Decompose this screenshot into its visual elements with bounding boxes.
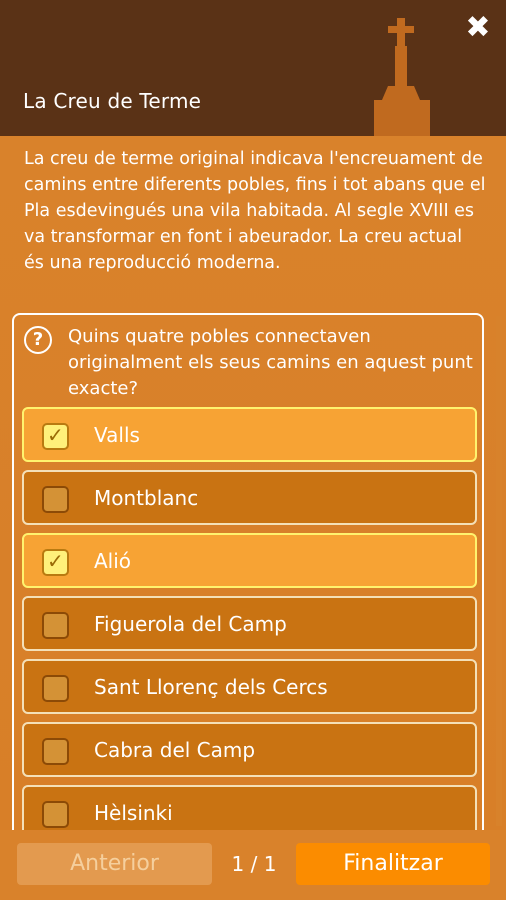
question-text: Quins quatre pobles connectaven original…	[68, 326, 473, 399]
question-mark-icon: ?	[24, 326, 52, 354]
checkbox[interactable]	[42, 801, 69, 828]
scrollbar[interactable]	[496, 316, 502, 826]
option-label: Cabra del Camp	[94, 738, 256, 762]
checkbox[interactable]	[42, 675, 69, 702]
header-bar: La Creu de Terme ✖	[0, 0, 506, 136]
checkbox[interactable]	[42, 738, 69, 765]
option-label: Alió	[94, 549, 132, 573]
option-label: Hèlsinki	[94, 801, 173, 825]
checkbox[interactable]	[42, 486, 69, 513]
option-item[interactable]: ✓ Valls	[22, 407, 477, 462]
option-item[interactable]: Montblanc	[22, 470, 477, 525]
previous-button[interactable]: Anterior	[17, 843, 212, 885]
checkbox-checked[interactable]: ✓	[42, 423, 69, 450]
option-label: Montblanc	[94, 486, 199, 510]
option-item[interactable]: Sant Llorenç dels Cercs	[22, 659, 477, 714]
description-text: La creu de terme original indicava l'enc…	[24, 149, 486, 273]
option-label: Valls	[94, 423, 140, 447]
option-item[interactable]: ✓ Alió	[22, 533, 477, 588]
checkbox-checked[interactable]: ✓	[42, 549, 69, 576]
option-label: Sant Llorenç dels Cercs	[94, 675, 328, 699]
option-item[interactable]: Cabra del Camp	[22, 722, 477, 777]
stone-cross-icon	[374, 18, 430, 136]
close-icon: ✖	[465, 10, 491, 45]
page-indicator: 1 / 1	[231, 852, 277, 876]
checkmark-icon: ✓	[47, 423, 64, 447]
checkmark-icon: ✓	[47, 549, 64, 573]
option-label: Figuerola del Camp	[94, 612, 287, 636]
checkbox[interactable]	[42, 612, 69, 639]
option-item[interactable]: Figuerola del Camp	[22, 596, 477, 651]
page-title: La Creu de Terme	[23, 89, 202, 113]
finish-button[interactable]: Finalitzar	[296, 843, 490, 885]
close-button[interactable]: ✖	[464, 13, 492, 43]
